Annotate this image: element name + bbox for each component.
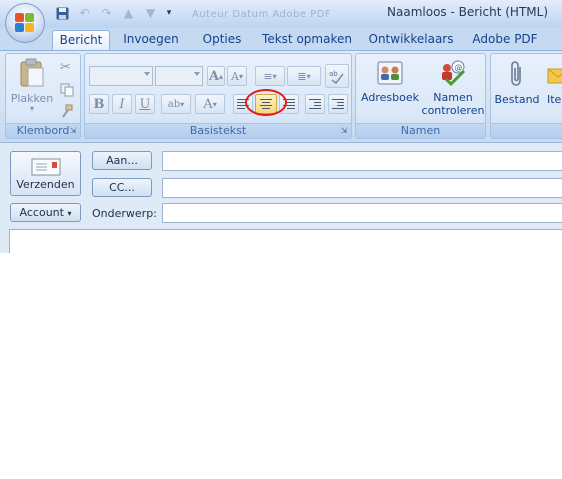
redo-icon[interactable]: ↷ (97, 5, 116, 22)
tab-invoegen[interactable]: Invoegen (118, 30, 184, 51)
message-body[interactable] (9, 229, 562, 253)
bestand-label: Bestand (494, 93, 540, 106)
office-button[interactable] (5, 3, 45, 43)
group-label-invoegen (491, 123, 562, 138)
to-field[interactable] (162, 151, 562, 171)
ribbon: Plakken ▾ ✂ Klembord ⇲ A▴ A▾ ≡▾ ≣▾ a (0, 50, 562, 142)
tab-ontwikkelaars[interactable]: Ontwikkelaars (366, 30, 456, 51)
underline-label: U (139, 96, 151, 112)
group-klembord: Plakken ▾ ✂ Klembord ⇲ (5, 53, 81, 139)
namen-label-line1: Namen (433, 91, 473, 104)
font-size-combo[interactable] (155, 66, 203, 86)
increase-indent-icon (332, 99, 344, 109)
cc-field[interactable] (162, 178, 562, 198)
quick-access-toolbar: ↶ ↷ ▲ ▼ ▾ (53, 4, 175, 22)
adresboek-button[interactable]: Adresboek (359, 59, 421, 104)
paperclip-icon (509, 59, 525, 89)
to-button[interactable]: Aan... (92, 151, 152, 170)
format-painter-icon[interactable] (60, 103, 74, 118)
italic-button[interactable]: I (112, 94, 132, 114)
shrink-font-button[interactable]: A ▾ (227, 66, 247, 86)
copy-icon[interactable] (60, 82, 74, 97)
group-basistekst: A ▴ A ▾ ≡ ▾ ≣ ▾ ab B I U ab ▾ A ▾ Basist… (84, 53, 352, 139)
tab-bericht[interactable]: Bericht (52, 30, 110, 51)
increase-indent-button[interactable] (328, 94, 348, 114)
group-namen: Adresboek @ Namen controleren Namen (355, 53, 486, 139)
envelope-icon (547, 59, 562, 89)
font-color-button[interactable]: A ▾ (195, 94, 225, 114)
decrease-indent-button[interactable] (305, 94, 325, 114)
account-label: Account (19, 206, 64, 219)
group-label-namen: Namen (356, 123, 485, 138)
highlight-button[interactable]: ab ▾ (161, 94, 191, 114)
customize-qat-dropdown[interactable]: ▾ (163, 5, 175, 22)
tab-opties[interactable]: Opties (196, 30, 248, 51)
paste-icon (18, 58, 46, 88)
bold-button[interactable]: B (89, 94, 109, 114)
underline-button[interactable]: U (135, 94, 155, 114)
klembord-label: Klembord (16, 124, 70, 137)
cc-button[interactable]: CC... (92, 178, 152, 197)
adresboek-label: Adresboek (361, 91, 419, 104)
item-button[interactable]: Ite (547, 59, 562, 106)
namen-group-label: Namen (400, 124, 441, 137)
spelling-icon[interactable]: ab (325, 64, 349, 88)
font-name-combo[interactable] (89, 66, 153, 86)
basistekst-dialog-launcher[interactable]: ⇲ (339, 126, 349, 136)
grow-font-label: A (208, 68, 220, 84)
account-dropdown-icon: ▾ (67, 209, 72, 218)
numbering-button[interactable]: ≣ ▾ (287, 66, 321, 86)
account-button[interactable]: Account ▾ (10, 203, 81, 222)
namen-controleren-button[interactable]: @ Namen controleren (420, 59, 486, 117)
font-color-label: A (203, 96, 213, 112)
title-bar: ↶ ↷ ▲ ▼ ▾ Auteur Datum Adobe PDF Naamloo… (0, 0, 562, 28)
group-label-basistekst: Basistekst (85, 123, 351, 138)
namen-label-line2: controleren (421, 104, 485, 117)
office-logo-icon (15, 13, 35, 33)
address-book-icon (376, 59, 404, 87)
cut-icon[interactable]: ✂ (60, 60, 71, 75)
paste-button[interactable]: Plakken ▾ (10, 58, 54, 113)
outlook-message-window: ↶ ↷ ▲ ▼ ▾ Auteur Datum Adobe PDF Naamloo… (0, 0, 562, 253)
svg-text:@: @ (455, 63, 463, 72)
send-icon (31, 158, 61, 176)
svg-text:ab: ab (329, 70, 338, 78)
highlight-annotation-circle (245, 89, 287, 116)
up-arrow-icon[interactable]: ▲ (119, 5, 138, 22)
tab-adobe-pdf[interactable]: Adobe PDF (468, 30, 542, 51)
klembord-dialog-launcher[interactable]: ⇲ (68, 126, 78, 136)
compose-header: Verzenden Aan... CC... Account ▾ Onderwe… (0, 142, 562, 253)
item-label: Ite (547, 93, 562, 106)
send-label: Verzenden (16, 178, 75, 191)
bullets-button[interactable]: ≡ ▾ (255, 66, 285, 86)
down-arrow-icon[interactable]: ▼ (141, 5, 160, 22)
ribbon-tabs: Bericht Invoegen Opties Tekst opmaken On… (0, 28, 562, 51)
paste-dropdown-arrow[interactable]: ▾ (10, 105, 54, 113)
check-names-icon: @ (438, 59, 468, 87)
subject-label: Onderwerp: (92, 207, 157, 220)
window-title: Naamloos - Bericht (HTML) (387, 5, 548, 19)
title-ghost-text: Auteur Datum Adobe PDF (192, 9, 332, 20)
tab-tekst-opmaken[interactable]: Tekst opmaken (260, 30, 354, 51)
decrease-indent-icon (309, 99, 321, 109)
undo-icon[interactable]: ↶ (75, 5, 94, 22)
save-icon[interactable] (53, 5, 72, 22)
grow-font-button[interactable]: A ▴ (207, 66, 225, 86)
group-invoegen: Bestand Ite (490, 53, 562, 139)
basistekst-label: Basistekst (189, 124, 247, 137)
shrink-font-label: A (231, 69, 239, 83)
bestand-button[interactable]: Bestand (494, 59, 540, 106)
italic-label: I (119, 96, 125, 112)
bold-label: B (93, 96, 105, 112)
subject-field[interactable] (162, 203, 562, 223)
send-button[interactable]: Verzenden (10, 151, 81, 196)
